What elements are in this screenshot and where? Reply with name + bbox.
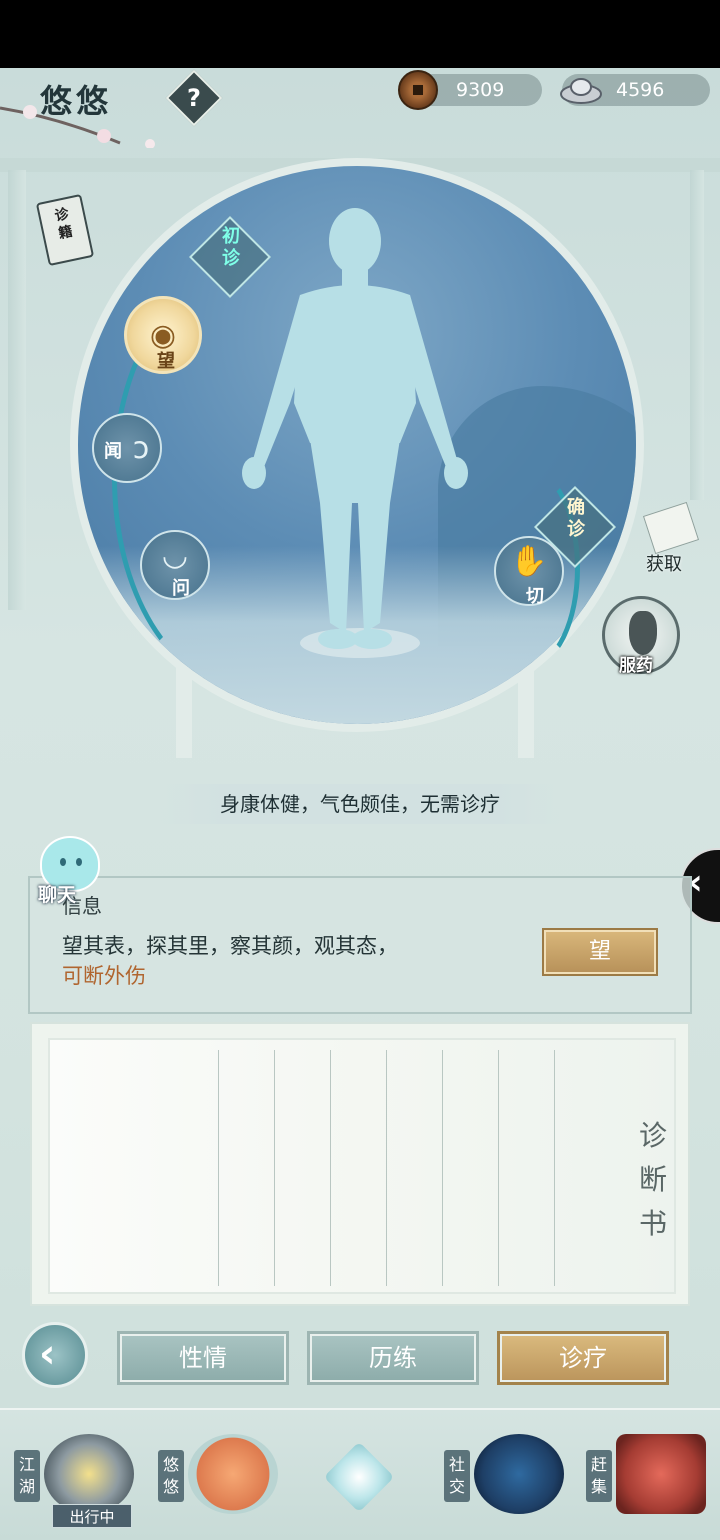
silver-counter[interactable]: 4596 — [560, 74, 710, 106]
book-label: 诊籍 — [53, 206, 75, 243]
scroll-paper-icon — [642, 501, 700, 555]
market-box-icon — [616, 1434, 706, 1514]
medicine-label: 服药 — [619, 656, 653, 676]
tab-training[interactable]: 历练 — [310, 1334, 476, 1382]
back-button[interactable]: ‹ — [22, 1322, 88, 1388]
method-pulse-label: 切 — [526, 586, 544, 607]
wave-icon — [474, 1434, 564, 1514]
nav-center-button[interactable] — [316, 1434, 402, 1520]
background-gate-pillar — [8, 170, 26, 610]
back-arrow-icon: ‹ — [39, 1331, 56, 1377]
diagnosis-document: 诊断书 — [30, 1022, 690, 1306]
method-ask-label: 问 — [172, 578, 190, 599]
column-line — [498, 1050, 499, 1286]
tab-temperament[interactable]: 性情 — [120, 1334, 286, 1382]
nav-market[interactable]: 赶集 — [586, 1420, 716, 1530]
method-listen-button[interactable]: ↄ 闻 — [92, 413, 162, 483]
chat-face-eye — [76, 858, 82, 866]
question-icon: ? — [187, 84, 201, 112]
nav-jianghu-label: 江湖 — [14, 1450, 40, 1502]
column-line — [218, 1050, 219, 1286]
bottom-navigation: 江湖 出行中 悠悠 社交 赶集 — [0, 1408, 720, 1540]
method-look-button[interactable]: ◉ 望 — [124, 296, 202, 374]
copper-coin-icon — [398, 70, 438, 110]
nav-market-label: 赶集 — [586, 1450, 612, 1502]
nav-social-label: 社交 — [444, 1450, 470, 1502]
health-status-text: 身康体健，气色颇佳，无需诊疗 — [160, 784, 560, 824]
compass-star-icon — [323, 1441, 395, 1513]
chat-face-eye — [60, 858, 66, 866]
tab-treatment[interactable]: 诊疗 — [500, 1334, 666, 1382]
look-action-button[interactable]: 望 — [544, 930, 656, 974]
traveling-status-badge: 出行中 — [52, 1504, 132, 1528]
info-highlight: 可断外伤 — [62, 964, 146, 988]
initial-diagnosis-label: 初诊 — [222, 226, 240, 269]
silver-value: 4596 — [616, 79, 665, 101]
status-bar — [0, 0, 720, 68]
take-medicine-button[interactable]: 服药 — [602, 596, 680, 676]
app-screen: 悠悠 ? 9309 4596 诊籍 初诊 确诊 ◉ 望 ↄ 闻 ◡ 问 ✋ 切 … — [0, 68, 720, 1540]
help-button[interactable]: ? — [165, 69, 223, 127]
method-pulse-button[interactable]: ✋ 切 — [494, 536, 564, 607]
diagnosis-document-paper: 诊断书 — [48, 1038, 676, 1294]
nav-youyou[interactable]: 悠悠 — [158, 1420, 288, 1530]
copper-coin-counter[interactable]: 9309 — [398, 70, 542, 110]
chat-label[interactable]: 聊天 — [38, 880, 76, 907]
background-gate-pillar — [690, 170, 704, 500]
obtain-label: 获取 — [646, 554, 682, 575]
info-panel: 信息 望其表，探其里，察其颜，观其态， 可断外伤 望 — [28, 876, 692, 1014]
column-line — [554, 1050, 555, 1286]
nav-youyou-label: 悠悠 — [158, 1450, 184, 1502]
column-line — [274, 1050, 275, 1286]
silver-ingot-icon — [560, 78, 602, 104]
method-look-label: 望 — [157, 351, 175, 372]
method-listen-label: 闻 — [104, 441, 122, 462]
copper-coin-value: 9309 — [456, 79, 505, 101]
diagnosis-records-book-button[interactable]: 诊籍 — [35, 193, 95, 267]
medicine-jar-icon — [629, 611, 657, 655]
column-line — [330, 1050, 331, 1286]
method-ask-button[interactable]: ◡ 问 — [140, 530, 210, 600]
jianghu-scene-icon — [44, 1434, 134, 1514]
column-line — [442, 1050, 443, 1286]
confirm-diagnosis-label: 确诊 — [567, 497, 585, 540]
obtain-button[interactable]: 获取 — [640, 501, 702, 578]
column-line — [386, 1050, 387, 1286]
info-description: 望其表，探其里，察其颜，观其态， — [62, 934, 398, 958]
swallow-icon — [188, 1434, 278, 1514]
nav-jianghu[interactable]: 江湖 出行中 — [14, 1420, 144, 1530]
nav-social[interactable]: 社交 — [444, 1420, 574, 1530]
diagnosis-document-title: 诊断书 — [638, 1119, 667, 1240]
player-name: 悠悠 — [40, 82, 113, 120]
